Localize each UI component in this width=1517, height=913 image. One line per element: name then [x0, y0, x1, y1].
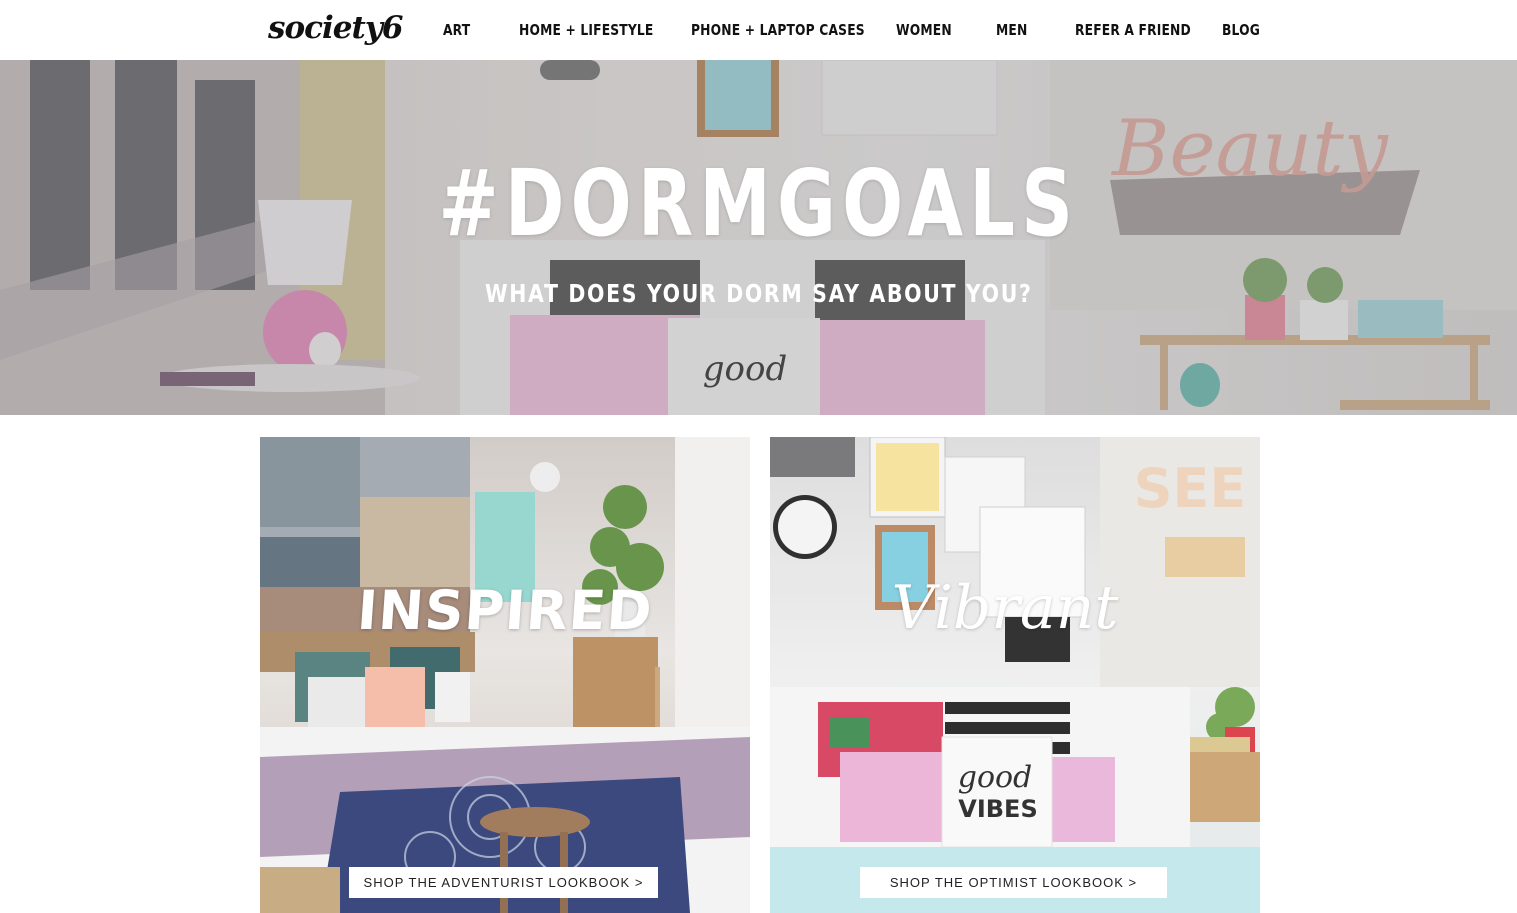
shop-optimist-lookbook-button[interactable]: SHOP THE OPTIMIST LOOKBOOK > — [860, 867, 1167, 898]
nav-item-men[interactable]: MEN — [996, 19, 1027, 41]
nav-item-home-lifestyle[interactable]: HOME + LIFESTYLE — [519, 19, 654, 41]
lookbook-title-vibrant: Vibrant — [891, 573, 1119, 643]
lookbook-title-inspired: INSPIRED — [355, 579, 655, 642]
nav-item-women[interactable]: WOMEN — [896, 19, 952, 41]
hero-title: #DORMGOALS — [438, 150, 1080, 257]
card-overlay — [770, 437, 1260, 913]
society6-logo[interactable]: society6 — [268, 8, 403, 48]
nav-item-refer-a-friend[interactable]: REFER A FRIEND — [1075, 19, 1191, 41]
nav-item-art[interactable]: ART — [443, 19, 470, 41]
shop-adventurist-lookbook-button[interactable]: SHOP THE ADVENTURIST LOOKBOOK > — [349, 867, 658, 898]
hero-subtitle: WHAT DOES YOUR DORM SAY ABOUT YOU? — [484, 279, 1033, 308]
top-navigation-bar: society6 ART HOME + LIFESTYLE PHONE + LA… — [0, 0, 1517, 60]
card-overlay — [260, 437, 750, 913]
lookbook-card-adventurist[interactable]: INSPIRED SHOP THE ADVENTURIST LOOKBOOK > — [260, 437, 750, 913]
nav-item-blog[interactable]: BLOG — [1222, 19, 1260, 41]
hero-banner[interactable]: Beauty good #DORMGOALS WHAT DOES YOUR DO… — [0, 60, 1517, 415]
nav-item-phone-laptop-cases[interactable]: PHONE + LAPTOP CASES — [691, 19, 865, 41]
lookbook-card-optimist[interactable]: SEE good VIBES Vibrant SHOP THE OPTIMIST… — [770, 437, 1260, 913]
